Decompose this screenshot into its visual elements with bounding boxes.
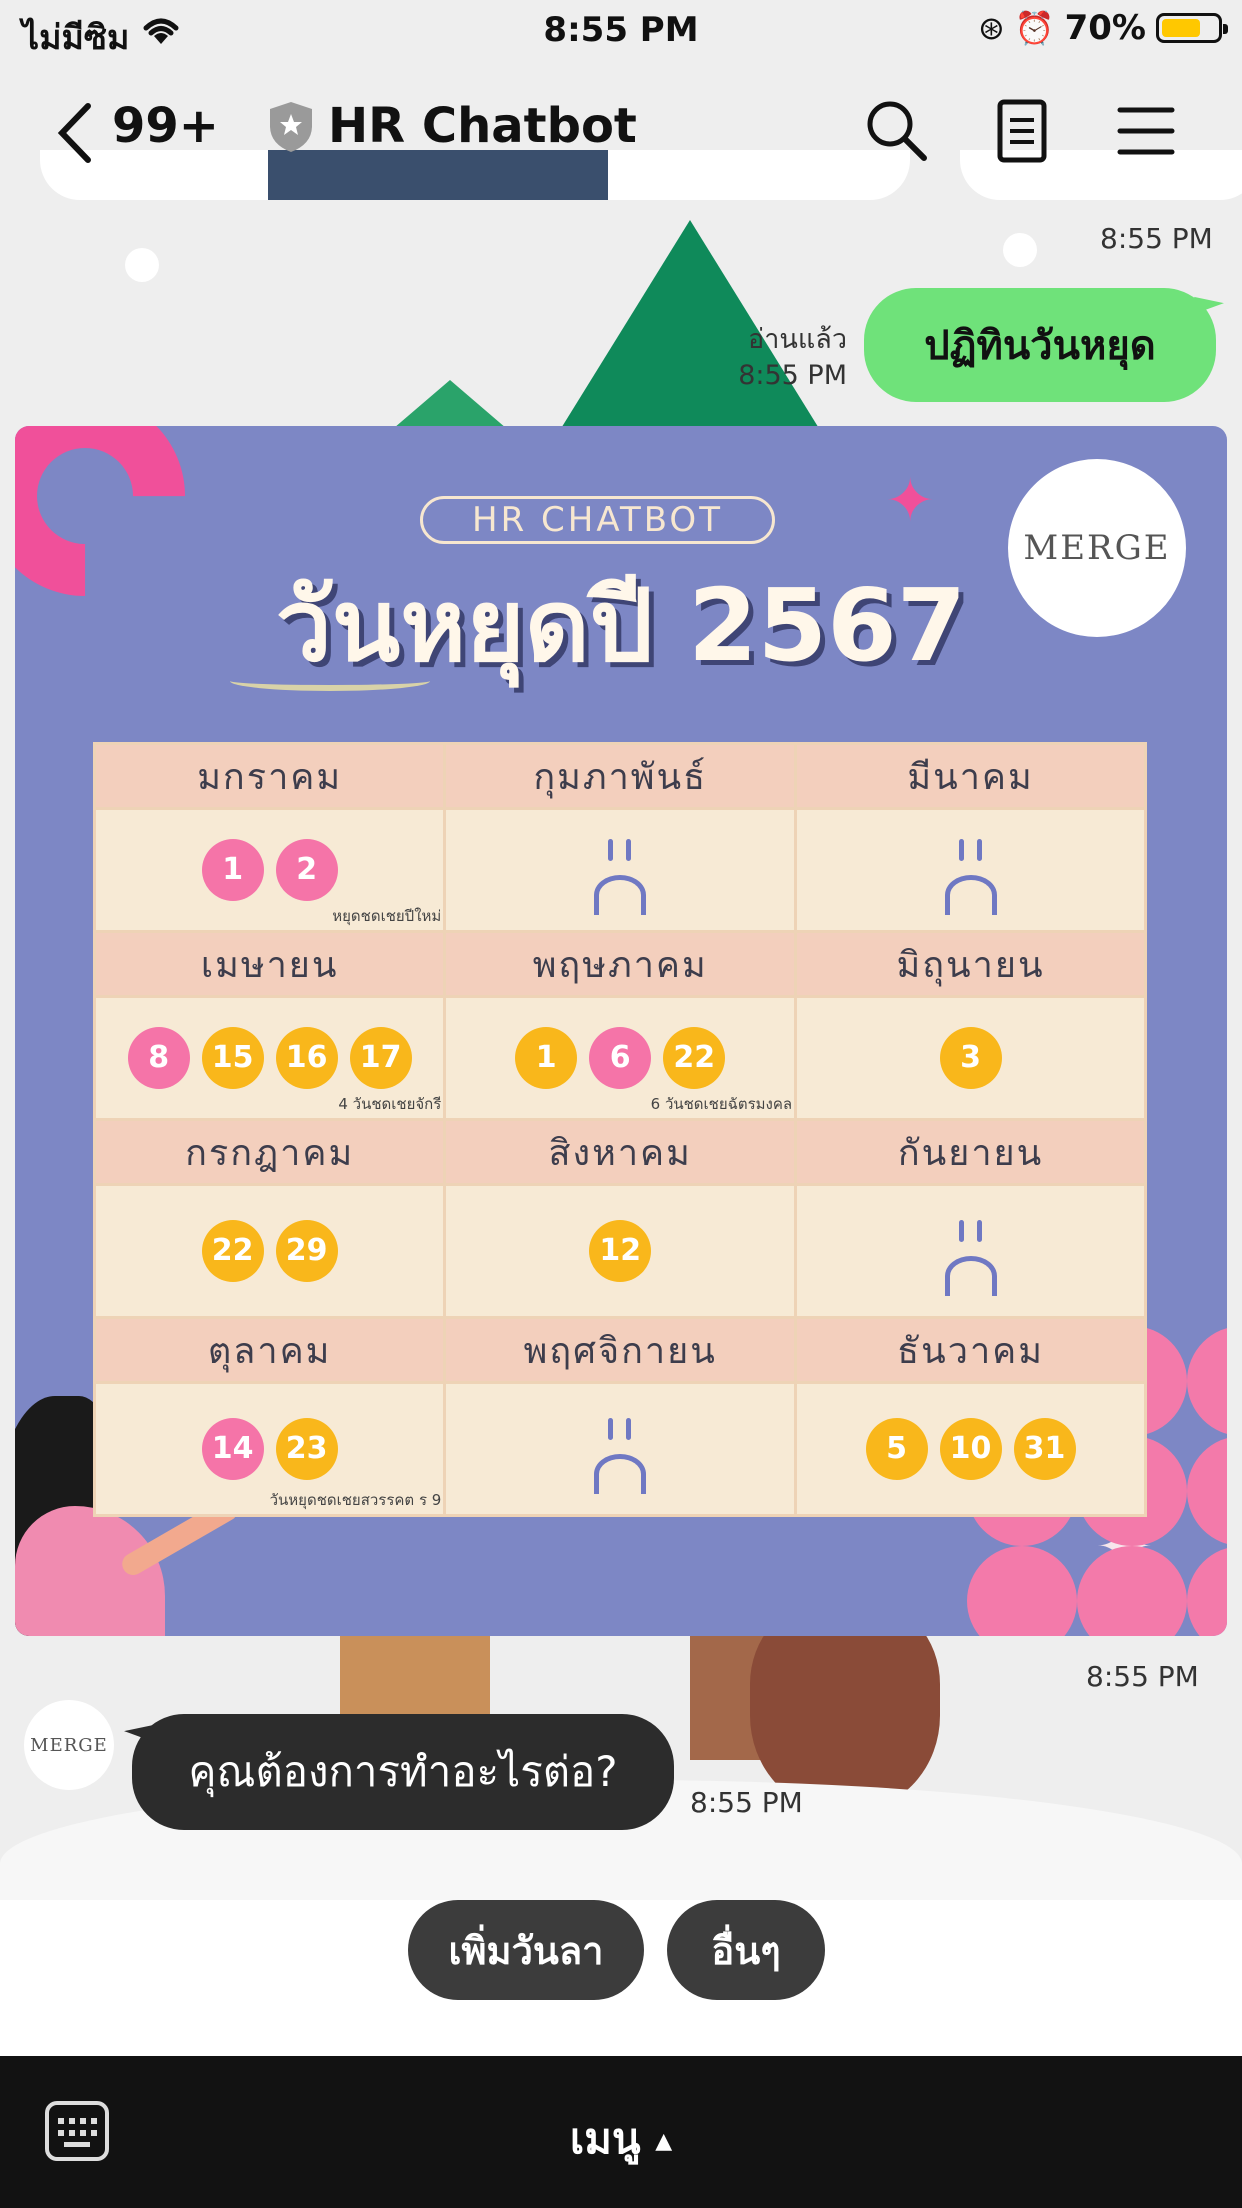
incoming-timestamp: 8:55 PM	[690, 1786, 803, 1819]
bot-avatar[interactable]: MERGE	[24, 1700, 114, 1790]
month-cell	[794, 807, 1147, 933]
back-icon[interactable]	[48, 98, 108, 168]
month-header: พฤศจิกายน	[443, 1316, 798, 1384]
read-time: 8:55 PM	[738, 360, 847, 391]
holiday-day: 15	[201, 1027, 264, 1089]
holiday-day: 10	[939, 1418, 1002, 1480]
month-header: กันยายน	[794, 1118, 1147, 1186]
quick-reply-add-leave[interactable]: เพิ่มวันลา	[408, 1900, 644, 2000]
sad-face-icon	[590, 833, 650, 915]
holiday-day: 16	[275, 1027, 338, 1089]
month-cell	[443, 1381, 798, 1517]
holiday-day: 2	[275, 839, 338, 901]
sad-face-icon	[941, 1214, 1001, 1296]
sparkle-icon: ✦	[885, 466, 936, 536]
read-label: อ่านแล้ว	[748, 324, 847, 355]
sad-face-icon	[590, 1412, 650, 1494]
holiday-day: 3	[939, 1027, 1002, 1089]
holiday-calendar-image[interactable]: ✦ ✦ HR CHATBOT วันหยุดปี 2567 MERGE มกรา…	[15, 426, 1227, 1636]
month-cell: 1 6 22 6 วันชดเชยฉัตรมงคล	[443, 995, 798, 1121]
bottom-menu-bar: เมนู ▲	[0, 2056, 1242, 2208]
month-cell: 5 10 31	[794, 1381, 1147, 1517]
month-header: เมษายน	[92, 930, 447, 998]
quick-reply-other[interactable]: อื่นๆ	[667, 1900, 825, 2000]
holiday-day: 23	[275, 1418, 338, 1480]
month-cell	[794, 1183, 1147, 1319]
calendar-badge: HR CHATBOT	[420, 496, 775, 544]
holiday-note: 6 วันชดเชยฉัตรมงคล	[650, 1095, 793, 1113]
month-header: กุมภาพันธ์	[443, 742, 798, 810]
holiday-day: 17	[349, 1027, 412, 1089]
holiday-day: 22	[201, 1220, 264, 1282]
month-header: พฤษภาคม	[443, 930, 798, 998]
chat-header: 99+ HR Chatbot	[0, 70, 1242, 190]
menu-icon[interactable]	[1112, 96, 1182, 166]
rich-menu-toggle[interactable]: เมนู ▲	[0, 2106, 1242, 2172]
background-snow-dot	[125, 248, 159, 282]
image-timestamp: 8:55 PM	[1086, 1660, 1199, 1693]
holiday-day: 6	[589, 1027, 652, 1089]
status-bar: ไม่มีซิม 8:55 PM ⊛ ⏰ 70%	[0, 0, 1242, 60]
incoming-message-bubble[interactable]: คุณต้องการทำอะไรต่อ?	[132, 1714, 674, 1830]
alarm-icon: ⏰	[1014, 9, 1055, 47]
holiday-note: วันหยุดชดเชยสวรรคต ร 9	[269, 1491, 442, 1509]
month-header: มกราคม	[92, 742, 447, 810]
holiday-day: 22	[663, 1027, 726, 1089]
holiday-day: 1	[515, 1027, 578, 1089]
incoming-message-text: คุณต้องการทำอะไรต่อ?	[188, 1747, 618, 1796]
message-timestamp: 8:55 PM	[1100, 222, 1213, 255]
holiday-note: 4 วันชดเชยจักรี	[338, 1095, 442, 1113]
menu-arrow-icon: ▲	[655, 2129, 673, 2154]
battery-percent: 70%	[1064, 8, 1146, 48]
month-cell: 14 23 วันหยุดชดเชยสวรรคต ร 9	[92, 1381, 447, 1517]
holiday-day: 1	[201, 839, 264, 901]
chat-title: HR Chatbot	[328, 98, 637, 154]
unread-count[interactable]: 99+	[112, 98, 219, 154]
month-header: มิถุนายน	[794, 930, 1147, 998]
holiday-day: 5	[865, 1418, 928, 1480]
month-cell	[443, 807, 798, 933]
outgoing-message-bubble[interactable]: ปฏิทินวันหยุด	[864, 288, 1216, 402]
holiday-note: หยุดชดเชยปีใหม่	[332, 907, 442, 925]
month-header: ตุลาคม	[92, 1316, 447, 1384]
notes-icon[interactable]	[988, 96, 1058, 166]
outgoing-message-text: ปฏิทินวันหยุด	[924, 323, 1156, 369]
month-cell: 1 2 หยุดชดเชยปีใหม่	[92, 807, 447, 933]
month-header: ธันวาคม	[794, 1316, 1147, 1384]
holiday-day: 14	[201, 1418, 264, 1480]
month-header: มีนาคม	[794, 742, 1147, 810]
month-header: สิงหาคม	[443, 1118, 798, 1186]
month-header: กรกฎาคม	[92, 1118, 447, 1186]
holiday-grid: มกราคม กุมภาพันธ์ มีนาคม 1 2 หยุดชดเชยปีใหม่เ…	[92, 742, 1147, 1517]
merge-logo: MERGE	[1008, 459, 1186, 637]
month-cell: 22 29	[92, 1183, 447, 1319]
holiday-day: 29	[275, 1220, 338, 1282]
menu-label: เมนู	[569, 2114, 641, 2163]
decorative-wave	[230, 671, 430, 691]
holiday-day: 8	[127, 1027, 190, 1089]
search-icon[interactable]	[862, 96, 932, 166]
background-snow-dot	[1003, 233, 1037, 267]
holiday-day: 31	[1013, 1418, 1076, 1480]
holiday-day: 12	[589, 1220, 652, 1282]
month-cell: 12	[443, 1183, 798, 1319]
sad-face-icon	[941, 833, 1001, 915]
battery-icon	[1156, 13, 1228, 43]
rotation-lock-icon: ⊛	[977, 9, 1005, 47]
shield-icon	[270, 102, 312, 152]
month-cell: 3	[794, 995, 1147, 1121]
month-cell: 8 15 16 17 4 วันชดเชยจักรี	[92, 995, 447, 1121]
read-receipt: อ่านแล้ว 8:55 PM	[738, 322, 847, 394]
